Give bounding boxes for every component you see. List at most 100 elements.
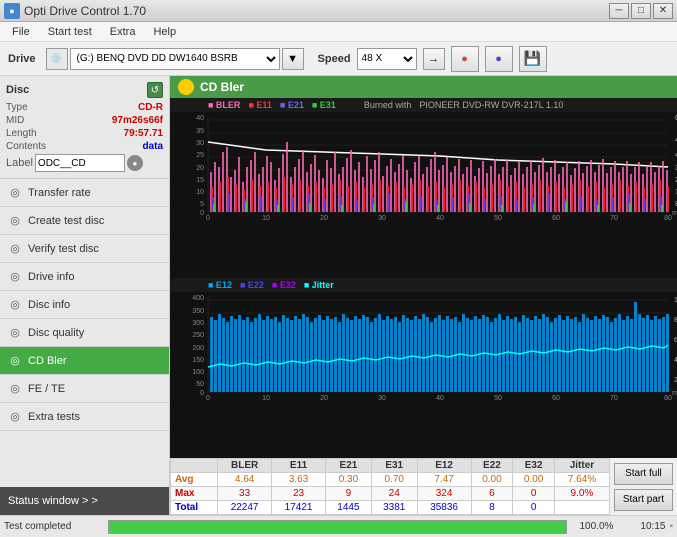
legend-e31: ■ E31 [312, 100, 336, 110]
status-window-label: Status window > > [8, 495, 98, 507]
svg-text:30: 30 [196, 140, 204, 147]
contents-value: data [142, 141, 163, 152]
speed-arrow-btn[interactable]: → [423, 48, 445, 70]
sidebar-item-transfer-rate[interactable]: ◎ Transfer rate [0, 179, 169, 207]
maximize-button[interactable]: □ [631, 3, 651, 19]
svg-text:350: 350 [192, 308, 204, 315]
minimize-button[interactable]: ─ [609, 3, 629, 19]
svg-text:min: min [672, 210, 677, 217]
svg-text:50: 50 [494, 215, 502, 222]
sidebar-item-cd-bler[interactable]: ◎ CD Bler [0, 347, 169, 375]
drive-select[interactable]: (G:) BENQ DVD DD DW1640 BSRB [70, 48, 280, 70]
legend-e11: ■ E11 [248, 100, 271, 110]
svg-text:200: 200 [192, 345, 204, 352]
drive-label: Drive [8, 53, 36, 65]
save-button[interactable]: 💾 [519, 46, 547, 72]
svg-text:10: 10 [262, 395, 270, 402]
stats-cell-total-0: 22247 [218, 501, 272, 515]
sidebar-item-disc-info[interactable]: ◎ Disc info [0, 291, 169, 319]
sidebar-item-verify-test-disc[interactable]: ◎ Verify test disc [0, 235, 169, 263]
svg-text:10: 10 [262, 215, 270, 222]
start-part-button[interactable]: Start part [614, 489, 673, 511]
sidebar-item-extra-tests[interactable]: ◎ Extra tests [0, 403, 169, 431]
toolbar-btn-2[interactable]: ● [485, 46, 513, 72]
window-controls[interactable]: ─ □ ✕ [609, 3, 673, 19]
svg-text:400: 400 [192, 295, 204, 302]
label-icon[interactable]: ● [127, 155, 143, 171]
status-corner: ▪ [669, 521, 673, 532]
stats-cell-max-3: 24 [371, 487, 417, 501]
main-layout: Disc ↺ Type CD-R MID 97m26s66f Length 79… [0, 76, 677, 515]
close-button[interactable]: ✕ [653, 3, 673, 19]
stats-cell-max-1: 23 [272, 487, 326, 501]
verify-test-disc-icon: ◎ [8, 242, 22, 256]
legend-e21: ■ E21 [280, 100, 304, 110]
svg-text:40: 40 [436, 215, 444, 222]
disc-quality-label: Disc quality [28, 327, 84, 339]
menu-start-test[interactable]: Start test [40, 24, 100, 40]
app-icon: ● [4, 3, 20, 19]
window-title: Opti Drive Control 1.70 [24, 4, 146, 18]
stats-cell-total-1: 17421 [272, 501, 326, 515]
col-header-e31: E31 [371, 459, 417, 473]
legend-e22: ■ E22 [240, 280, 264, 290]
stats-table: BLER E11 E21 E31 E12 E22 E32 Jitter Avg4… [170, 458, 610, 515]
menu-help[interactable]: Help [145, 24, 184, 40]
drive-info-label: Drive info [28, 271, 74, 283]
stats-cell-max-2: 9 [326, 487, 372, 501]
toolbar-btn-1[interactable]: ● [451, 46, 479, 72]
mid-label: MID [6, 115, 24, 126]
sidebar-item-drive-info[interactable]: ◎ Drive info [0, 263, 169, 291]
disc-panel: Disc ↺ Type CD-R MID 97m26s66f Length 79… [0, 76, 169, 179]
start-full-button[interactable]: Start full [614, 463, 673, 485]
stats-cell-max-0: 33 [218, 487, 272, 501]
disc-title: Disc [6, 84, 29, 96]
buttons-wrapper: Start full Start part [610, 458, 677, 515]
svg-text:10: 10 [196, 189, 204, 196]
svg-text:0: 0 [200, 390, 204, 397]
stats-cell-avg-1: 3.63 [272, 473, 326, 487]
sidebar-item-fe-te[interactable]: ◎ FE / TE [0, 375, 169, 403]
disc-info-label: Disc info [28, 299, 70, 311]
chart2-area: ■ E12 ■ E22 ■ E32 ■ Jitter 400 350 300 2… [170, 278, 677, 458]
extra-tests-icon: ◎ [8, 410, 22, 424]
stats-cell-max-5: 6 [471, 487, 513, 501]
transfer-rate-icon: ◎ [8, 186, 22, 200]
disc-length-row: Length 79:57.71 [6, 128, 163, 139]
svg-text:40: 40 [196, 115, 204, 122]
chart1-svg: 40 35 30 25 20 15 10 5 0 0 10 [170, 112, 677, 222]
drive-arrow-btn[interactable]: ▼ [282, 48, 304, 70]
transfer-rate-label: Transfer rate [28, 187, 91, 199]
legend-bler: ■ BLER [208, 100, 240, 110]
progress-bar-fill [109, 521, 566, 533]
stats-cell-total-5: 8 [471, 501, 513, 515]
svg-text:60: 60 [552, 395, 560, 402]
menu-file[interactable]: File [4, 24, 38, 40]
stats-cell-total-7 [555, 501, 610, 515]
legend-e12: ■ E12 [208, 280, 232, 290]
svg-text:20: 20 [196, 165, 204, 172]
create-test-disc-icon: ◎ [8, 214, 22, 228]
stats-cell-avg-4: 7.47 [417, 473, 471, 487]
stats-cell-avg-3: 0.70 [371, 473, 417, 487]
menu-extra[interactable]: Extra [102, 24, 144, 40]
disc-refresh-button[interactable]: ↺ [147, 82, 163, 98]
stats-cell-max-4: 324 [417, 487, 471, 501]
length-label: Length [6, 128, 37, 139]
svg-text:150: 150 [192, 357, 204, 364]
stats-row-label-max: Max [171, 487, 218, 501]
col-header-empty [171, 459, 218, 473]
sidebar-item-disc-quality[interactable]: ◎ Disc quality [0, 319, 169, 347]
svg-text:30: 30 [378, 215, 386, 222]
progress-bar-container [108, 520, 567, 534]
bler-icon [178, 79, 194, 95]
disc-label-input[interactable] [35, 154, 125, 172]
svg-text:50: 50 [196, 381, 204, 388]
svg-text:20: 20 [320, 395, 328, 402]
stats-cell-total-3: 3381 [371, 501, 417, 515]
sidebar-item-create-test-disc[interactable]: ◎ Create test disc [0, 207, 169, 235]
svg-text:50: 50 [494, 395, 502, 402]
speed-select[interactable]: 48 X [357, 48, 417, 70]
col-header-e22: E22 [471, 459, 513, 473]
status-window-button[interactable]: Status window > > [0, 487, 169, 515]
